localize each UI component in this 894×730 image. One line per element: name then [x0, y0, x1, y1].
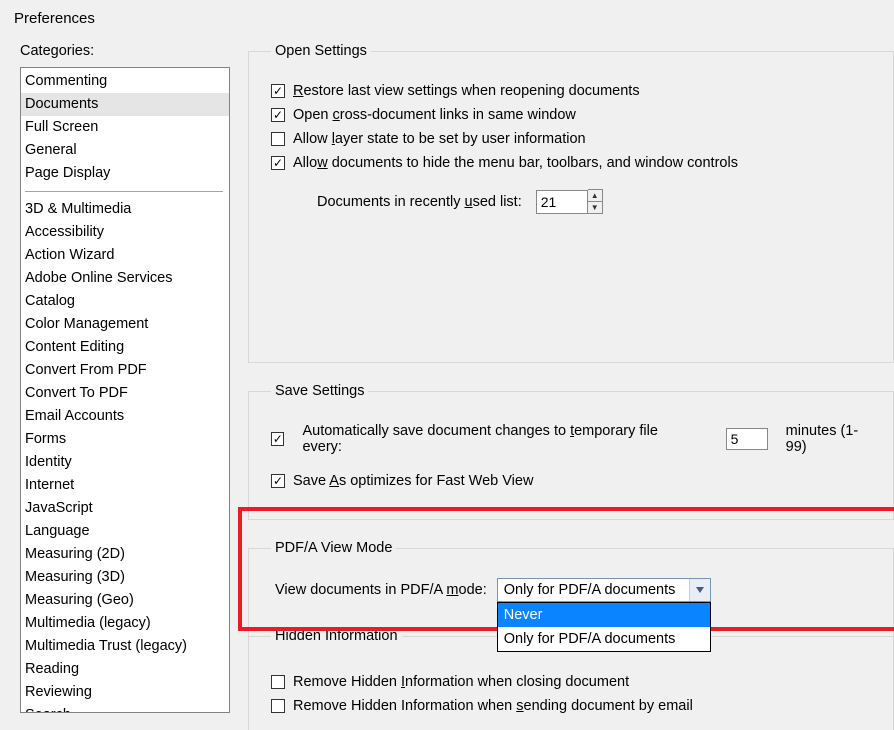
category-item[interactable]: Internet	[21, 474, 229, 497]
remove-on-send-label: Remove Hidden Information when sending d…	[293, 698, 693, 714]
spinner-up-icon[interactable]: ▲	[588, 190, 602, 201]
categories-list[interactable]: CommentingDocumentsFull ScreenGeneralPag…	[20, 67, 230, 713]
window-title: Preferences	[0, 0, 894, 33]
category-item[interactable]: Convert From PDF	[21, 359, 229, 382]
check-icon: ✓	[273, 109, 283, 121]
hidden-info-legend: Hidden Information	[271, 628, 402, 644]
category-item[interactable]: Measuring (2D)	[21, 543, 229, 566]
check-icon: ✓	[273, 157, 283, 169]
chevron-down-icon[interactable]	[689, 579, 710, 601]
pdfa-mode-dropdown[interactable]: NeverOnly for PDF/A documents	[497, 602, 711, 652]
pdfa-mode-value: Only for PDF/A documents	[504, 582, 676, 598]
pdfa-mode-combo[interactable]: Only for PDF/A documents NeverOnly for P…	[497, 578, 711, 602]
autosave-checkbox[interactable]: ✓	[271, 432, 284, 446]
pdfa-mode-option[interactable]: Only for PDF/A documents	[498, 627, 710, 651]
category-divider	[25, 191, 223, 192]
autosave-minutes-input[interactable]	[726, 428, 768, 450]
autosave-label: Automatically save document changes to t…	[302, 423, 683, 455]
category-item[interactable]: Color Management	[21, 313, 229, 336]
category-item[interactable]: Language	[21, 520, 229, 543]
remove-on-close-checkbox[interactable]: ✓	[271, 675, 285, 689]
category-item[interactable]: General	[21, 139, 229, 162]
recent-docs-input[interactable]	[536, 190, 588, 214]
restore-checkbox[interactable]: ✓	[271, 84, 285, 98]
cross-doc-checkbox[interactable]: ✓	[271, 108, 285, 122]
category-item[interactable]: Search	[21, 704, 229, 713]
category-item[interactable]: Reviewing	[21, 681, 229, 704]
fastwebview-label: Save As optimizes for Fast Web View	[293, 473, 533, 489]
pdfa-mode-option[interactable]: Never	[498, 603, 710, 627]
category-item[interactable]: Reading	[21, 658, 229, 681]
category-item[interactable]: Convert To PDF	[21, 382, 229, 405]
category-item[interactable]: Measuring (Geo)	[21, 589, 229, 612]
pdfa-legend: PDF/A View Mode	[271, 540, 396, 556]
remove-on-send-checkbox[interactable]: ✓	[271, 699, 285, 713]
category-item[interactable]: Action Wizard	[21, 244, 229, 267]
hide-menu-checkbox[interactable]: ✓	[271, 156, 285, 170]
check-icon: ✓	[273, 85, 283, 97]
category-item[interactable]: Multimedia Trust (legacy)	[21, 635, 229, 658]
category-item[interactable]: Page Display	[21, 162, 229, 185]
category-item[interactable]: Multimedia (legacy)	[21, 612, 229, 635]
category-item[interactable]: Adobe Online Services	[21, 267, 229, 290]
category-item[interactable]: Catalog	[21, 290, 229, 313]
save-settings-legend: Save Settings	[271, 383, 368, 399]
category-item[interactable]: 3D & Multimedia	[21, 198, 229, 221]
layer-checkbox[interactable]: ✓	[271, 132, 285, 146]
save-settings-group: Save Settings ✓ Automatically save docum…	[248, 383, 894, 520]
spinner-down-icon[interactable]: ▼	[588, 201, 602, 213]
open-settings-group: Open Settings ✓ Restore last view settin…	[248, 43, 894, 363]
check-icon: ✓	[273, 475, 283, 487]
category-item[interactable]: Identity	[21, 451, 229, 474]
categories-label: Categories:	[20, 43, 230, 59]
recent-docs-label: Documents in recently used list:	[317, 194, 522, 210]
category-item[interactable]: Forms	[21, 428, 229, 451]
autosave-suffix: minutes (1-99)	[786, 423, 875, 455]
layer-label: Allow layer state to be set by user info…	[293, 131, 586, 147]
pdfa-mode-label: View documents in PDF/A mode:	[275, 582, 487, 598]
hide-menu-label: Allow documents to hide the menu bar, to…	[293, 155, 738, 171]
category-item[interactable]: Commenting	[21, 70, 229, 93]
category-item[interactable]: Full Screen	[21, 116, 229, 139]
fastwebview-checkbox[interactable]: ✓	[271, 474, 285, 488]
category-item[interactable]: Email Accounts	[21, 405, 229, 428]
category-item[interactable]: JavaScript	[21, 497, 229, 520]
cross-doc-label: Open cross-document links in same window	[293, 107, 576, 123]
check-icon: ✓	[273, 433, 283, 445]
category-item[interactable]: Measuring (3D)	[21, 566, 229, 589]
category-item[interactable]: Content Editing	[21, 336, 229, 359]
category-item[interactable]: Accessibility	[21, 221, 229, 244]
recent-docs-spinner[interactable]: ▲ ▼	[588, 189, 603, 214]
open-settings-legend: Open Settings	[271, 43, 371, 59]
category-item[interactable]: Documents	[21, 93, 229, 116]
restore-label: Restore last view settings when reopenin…	[293, 83, 640, 99]
remove-on-close-label: Remove Hidden Information when closing d…	[293, 674, 629, 690]
